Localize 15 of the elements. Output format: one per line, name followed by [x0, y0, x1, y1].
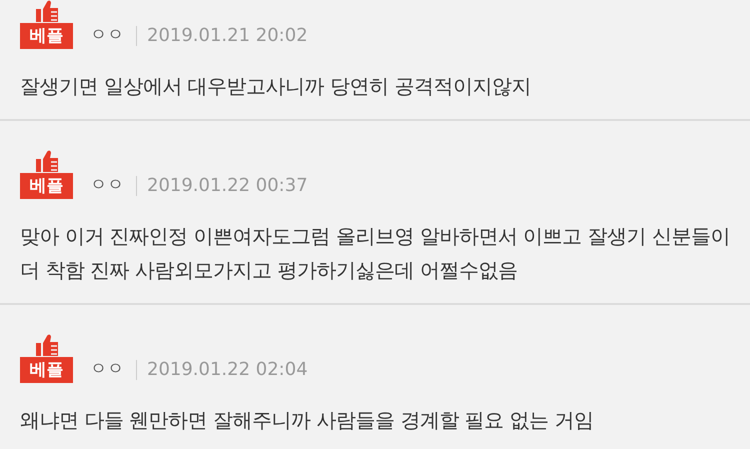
thumbs-up-icon [34, 148, 60, 172]
best-reply-tag: 베플 [20, 22, 73, 48]
comment-text: 왜냐면 다들 웬만하면 잘해주니까 사람들을 경계할 필요 없는 거임 [20, 407, 594, 434]
thumbs-up-icon [34, 0, 60, 22]
comment-date: 2019.01.22 02:04 [147, 358, 308, 382]
comment-text: 잘생기면 일상에서 대우받고사니까 당연히 공격적이지않지 [20, 73, 532, 100]
comment-date: 2019.01.21 20:02 [147, 24, 308, 48]
nickname: ㅇㅇ [90, 174, 124, 197]
thumbs-up-icon [34, 332, 60, 356]
nickname: ㅇㅇ [90, 358, 124, 381]
comment-text: 맞아 이거 진짜인정 이쁜여자도그럼 올리브영 알바하면서 이쁘고 잘생기 신분들이 더 착함 진짜 사람외모가지고 평가하기싫은데 어쩔수없음 [20, 223, 731, 284]
nickname: ㅇㅇ [90, 24, 124, 47]
best-reply-tag: 베플 [20, 172, 73, 198]
comment-date: 2019.01.22 00:37 [147, 174, 308, 198]
best-reply-tag: 베플 [20, 356, 73, 382]
